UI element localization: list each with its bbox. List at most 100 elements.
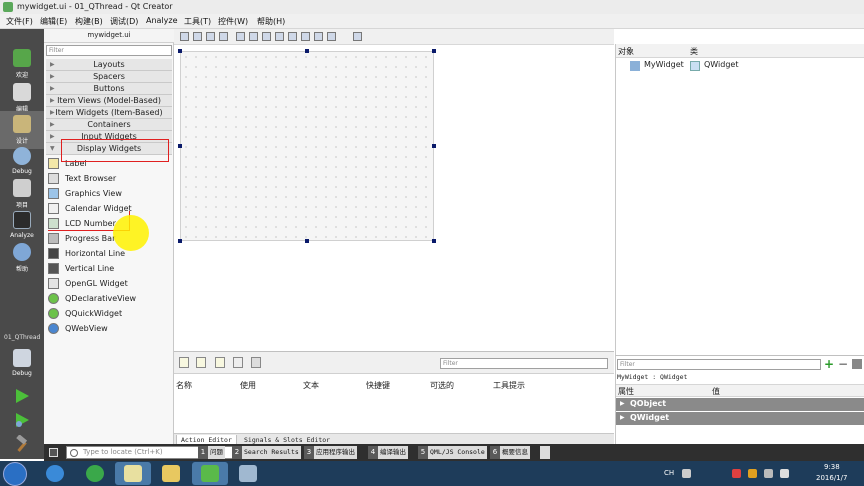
- widget-web-view[interactable]: QWebView: [48, 321, 172, 336]
- taskbar-paint[interactable]: [115, 462, 151, 485]
- edit-buddies-icon[interactable]: [206, 32, 215, 41]
- category-spacers[interactable]: ▶ Spacers: [46, 71, 172, 83]
- layout-splitter-v-icon[interactable]: [275, 32, 284, 41]
- taskbar-ie[interactable]: [37, 462, 73, 485]
- run-icon[interactable]: [13, 387, 31, 405]
- edit-signals-icon[interactable]: [193, 32, 202, 41]
- tray-app-icon[interactable]: [748, 469, 757, 478]
- form-canvas[interactable]: [180, 51, 434, 241]
- start-button[interactable]: [3, 462, 27, 486]
- mode-help-label: 帮助: [15, 266, 28, 273]
- toggle-sidebar-icon[interactable]: [49, 448, 58, 457]
- widget-opengl[interactable]: OpenGL Widget: [48, 276, 172, 291]
- help-icon[interactable]: [682, 469, 691, 478]
- menu-help[interactable]: 帮助(H): [257, 16, 285, 27]
- column-name[interactable]: 名称: [176, 380, 192, 391]
- mode-welcome[interactable]: 欢迎: [0, 45, 44, 83]
- menu-file[interactable]: 文件(F): [6, 16, 33, 27]
- clock-date[interactable]: 2016/1/7: [816, 474, 847, 482]
- widget-filter-input[interactable]: Filter: [46, 45, 172, 56]
- resize-handle[interactable]: [178, 239, 182, 243]
- column-value[interactable]: 值: [712, 386, 720, 397]
- layout-vertical-icon[interactable]: [249, 32, 258, 41]
- action-filter-input[interactable]: Filter: [440, 358, 608, 369]
- taskbar-screenshot[interactable]: [230, 462, 266, 485]
- property-group-qobject[interactable]: ▶ QObject: [616, 398, 864, 411]
- layout-horizontal-icon[interactable]: [236, 32, 245, 41]
- preview-icon[interactable]: [353, 32, 362, 41]
- kit-selector[interactable]: Debug: [0, 345, 44, 383]
- debug-run-icon[interactable]: [13, 411, 31, 429]
- property-filter-input[interactable]: Filter: [617, 359, 821, 370]
- category-item-views[interactable]: ▶ Item Views (Model-Based): [46, 95, 172, 107]
- column-used[interactable]: 使用: [240, 380, 256, 391]
- build-hammer-icon[interactable]: [13, 435, 31, 453]
- menu-debug[interactable]: 调试(D): [110, 16, 138, 27]
- widget-graphics-view[interactable]: Graphics View: [48, 186, 172, 201]
- clock-time[interactable]: 9:38: [824, 463, 840, 471]
- column-text[interactable]: 文本: [303, 380, 319, 391]
- column-object[interactable]: 对象: [618, 46, 634, 57]
- ime-indicator[interactable]: CH: [664, 469, 674, 477]
- pane-search-results[interactable]: 2 Search Results: [232, 446, 301, 459]
- column-property[interactable]: 属性: [618, 386, 634, 397]
- widget-declarative-view[interactable]: QDeclarativeView: [48, 291, 172, 306]
- more-panes-arrow-icon[interactable]: [540, 446, 550, 459]
- menu-build[interactable]: 构建(B): [75, 16, 103, 27]
- paste-action-icon[interactable]: [215, 357, 225, 368]
- category-containers[interactable]: ▶ Containers: [46, 119, 172, 131]
- taskbar-qt-creator[interactable]: [192, 462, 228, 485]
- column-tooltip[interactable]: 工具提示: [493, 380, 525, 391]
- category-layouts[interactable]: ▶ Layouts: [46, 59, 172, 71]
- menu-widgets[interactable]: 控件(W): [218, 16, 248, 27]
- add-dynamic-property-icon[interactable]: +: [824, 357, 834, 371]
- resize-handle[interactable]: [178, 144, 182, 148]
- layout-form-icon[interactable]: [301, 32, 310, 41]
- object-row[interactable]: MyWidget QWidget: [616, 59, 864, 72]
- column-checkable[interactable]: 可选的: [430, 380, 454, 391]
- layout-splitter-h-icon[interactable]: [262, 32, 271, 41]
- horizontal-line-icon: [48, 248, 59, 259]
- column-class[interactable]: 类: [690, 46, 698, 57]
- volume-icon[interactable]: [780, 469, 789, 478]
- new-action-icon[interactable]: [179, 357, 189, 368]
- copy-action-icon[interactable]: [196, 357, 206, 368]
- resize-handle[interactable]: [178, 49, 182, 53]
- category-item-widgets[interactable]: ▶ Item Widgets (Item-Based): [46, 107, 172, 119]
- pane-compile-output[interactable]: 4 编译输出: [368, 446, 408, 459]
- taskbar-explorer[interactable]: [153, 462, 189, 485]
- pane-qml-console[interactable]: 5 QML/JS Console: [418, 446, 487, 459]
- pane-application-output[interactable]: 3 应用程序输出: [304, 446, 357, 459]
- adjust-size-icon[interactable]: [327, 32, 336, 41]
- widget-quick-widget[interactable]: QQuickWidget: [48, 306, 172, 321]
- widget-progress-bar[interactable]: Progress Bar: [48, 231, 172, 246]
- configure-icon[interactable]: [852, 359, 862, 369]
- edit-widgets-icon[interactable]: [180, 32, 189, 41]
- widget-vertical-line[interactable]: Vertical Line: [48, 261, 172, 276]
- remove-dynamic-property-icon[interactable]: −: [838, 357, 848, 371]
- resize-handle[interactable]: [432, 239, 436, 243]
- property-group-qwidget[interactable]: ▶ QWidget: [616, 412, 864, 425]
- widget-text-browser[interactable]: Text Browser: [48, 171, 172, 186]
- break-layout-icon[interactable]: [314, 32, 323, 41]
- edit-tab-order-icon[interactable]: [219, 32, 228, 41]
- pane-issues[interactable]: 1 问题: [198, 446, 225, 459]
- mode-help[interactable]: 帮助: [0, 239, 44, 277]
- configure-icon[interactable]: [251, 357, 261, 368]
- resize-handle[interactable]: [305, 49, 309, 53]
- pane-general-messages[interactable]: 6 概要信息: [490, 446, 530, 459]
- menu-analyze[interactable]: Analyze: [146, 16, 178, 25]
- menu-edit[interactable]: 编辑(E): [40, 16, 67, 27]
- taskbar-app[interactable]: [77, 462, 113, 485]
- widget-horizontal-line[interactable]: Horizontal Line: [48, 246, 172, 261]
- category-buttons[interactable]: ▶ Buttons: [46, 83, 172, 95]
- layout-grid-icon[interactable]: [288, 32, 297, 41]
- resize-handle[interactable]: [432, 49, 436, 53]
- delete-action-icon[interactable]: [233, 357, 243, 368]
- network-icon[interactable]: [764, 469, 773, 478]
- tray-app-icon[interactable]: [732, 469, 741, 478]
- resize-handle[interactable]: [305, 239, 309, 243]
- column-shortcut[interactable]: 快捷键: [366, 380, 390, 391]
- menu-tools[interactable]: 工具(T): [184, 16, 211, 27]
- resize-handle[interactable]: [432, 144, 436, 148]
